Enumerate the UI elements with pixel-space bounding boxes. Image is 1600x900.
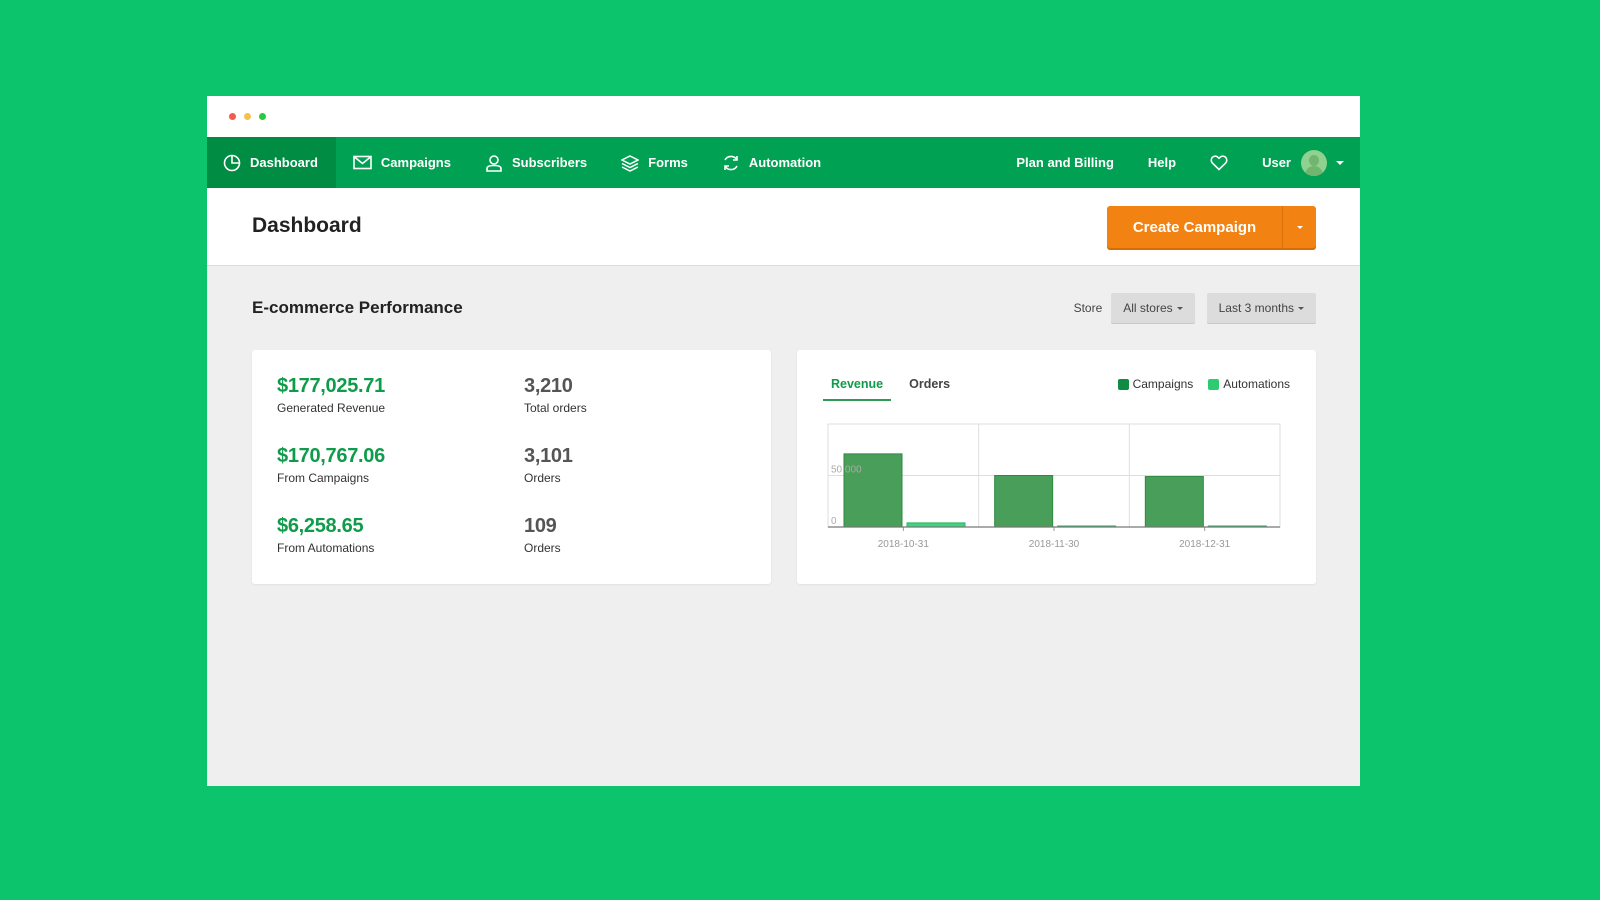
page-title: Dashboard [252, 214, 362, 237]
stat-value: 109 [524, 515, 557, 537]
pie-chart-icon [223, 154, 241, 171]
avatar [1301, 149, 1327, 176]
stat-label: From Campaigns [277, 471, 370, 485]
user-name: User [1262, 155, 1291, 170]
bar-campaigns [994, 475, 1054, 528]
stat-value: 3,101 [524, 445, 573, 467]
create-campaign-dropdown[interactable] [1283, 206, 1316, 248]
stat-generated-revenue: $177,025.71 Generated Revenue [277, 375, 385, 415]
store-label: Store [1073, 301, 1103, 315]
nav-item-campaigns[interactable]: Campaigns [336, 137, 468, 188]
stat-automation-orders: 109 Orders [524, 515, 561, 555]
plan-billing-link[interactable]: Plan and Billing [999, 137, 1131, 188]
stat-value: 3,210 [524, 375, 573, 397]
stats-card: $177,025.71 Generated Revenue 3,210 Tota… [252, 350, 771, 584]
nav-right: Plan and Billing Help User [999, 137, 1360, 188]
create-campaign-split-button: Create Campaign [1107, 206, 1316, 248]
maximize-window-button[interactable] [259, 113, 266, 120]
bar-automations [906, 522, 966, 528]
nav-label: Subscribers [511, 155, 588, 170]
nav-label: Automation [748, 155, 822, 170]
stat-label: Total orders [524, 401, 587, 415]
user-menu[interactable]: User [1245, 137, 1360, 188]
y-tick-label: 0 [831, 516, 837, 527]
revenue-bar-chart: 2018-10-31 2018-11-30 2018-12-31 0 50,000 [827, 423, 1281, 550]
refresh-icon [724, 155, 738, 170]
stat-value: $6,258.65 [277, 515, 364, 537]
nav-label: Forms [648, 155, 688, 170]
heart-icon [1210, 154, 1228, 171]
nav-item-subscribers[interactable]: Subscribers [468, 137, 604, 188]
x-tick-label: 2018-10-31 [878, 539, 930, 550]
stat-value: $170,767.06 [277, 445, 385, 467]
period-select-value: Last 3 months [1218, 301, 1294, 315]
stat-campaign-orders: 3,101 Orders [524, 445, 573, 485]
browser-window: Dashboard Campaigns Subscribers Forms Au… [207, 96, 1360, 786]
nav-item-automation[interactable]: Automation [705, 137, 838, 188]
layers-icon [621, 154, 640, 172]
stat-from-automations: $6,258.65 From Automations [277, 515, 374, 555]
chevron-down-icon [1336, 160, 1344, 165]
help-link[interactable]: Help [1131, 137, 1193, 188]
chart-card: Revenue Orders Campaigns Automations 201… [797, 350, 1316, 584]
stat-label: Generated Revenue [277, 401, 386, 415]
nav-item-dashboard[interactable]: Dashboard [207, 137, 336, 188]
period-select[interactable]: Last 3 months [1206, 293, 1316, 323]
filters: Store All stores Last 3 months [1074, 293, 1316, 323]
envelope-icon [353, 155, 372, 170]
stat-from-campaigns: $170,767.06 From Campaigns [277, 445, 385, 485]
stat-label: From Automations [277, 541, 375, 555]
close-window-button[interactable] [229, 113, 236, 120]
store-select-value: All stores [1123, 301, 1173, 315]
nav-item-forms[interactable]: Forms [604, 137, 705, 188]
page-header: Dashboard Create Campaign [207, 188, 1360, 266]
nav-label: Dashboard [250, 155, 318, 170]
main-nav: Dashboard Campaigns Subscribers Forms Au… [207, 137, 1360, 188]
stat-total-orders: 3,210 Total orders [524, 375, 587, 415]
y-tick-label: 50,000 [831, 465, 862, 476]
minimize-window-button[interactable] [244, 113, 251, 120]
chevron-down-icon [1296, 225, 1303, 229]
stat-label: Orders [524, 541, 561, 555]
chevron-down-icon [1298, 306, 1304, 310]
store-select[interactable]: All stores [1111, 293, 1195, 323]
x-tick-label: 2018-12-31 [1179, 539, 1231, 550]
nav-label: Campaigns [380, 155, 451, 170]
stat-label: Orders [524, 471, 561, 485]
user-icon [486, 154, 502, 172]
x-tick-label: 2018-11-30 [1029, 539, 1080, 550]
bar-campaigns [1144, 476, 1204, 528]
section-title: E-commerce Performance [252, 298, 463, 317]
favorites-button[interactable] [1193, 137, 1245, 188]
title-bar [207, 96, 1360, 137]
chevron-down-icon [1176, 306, 1183, 310]
stat-value: $177,025.71 [277, 375, 385, 397]
create-campaign-button[interactable]: Create Campaign [1107, 206, 1283, 248]
